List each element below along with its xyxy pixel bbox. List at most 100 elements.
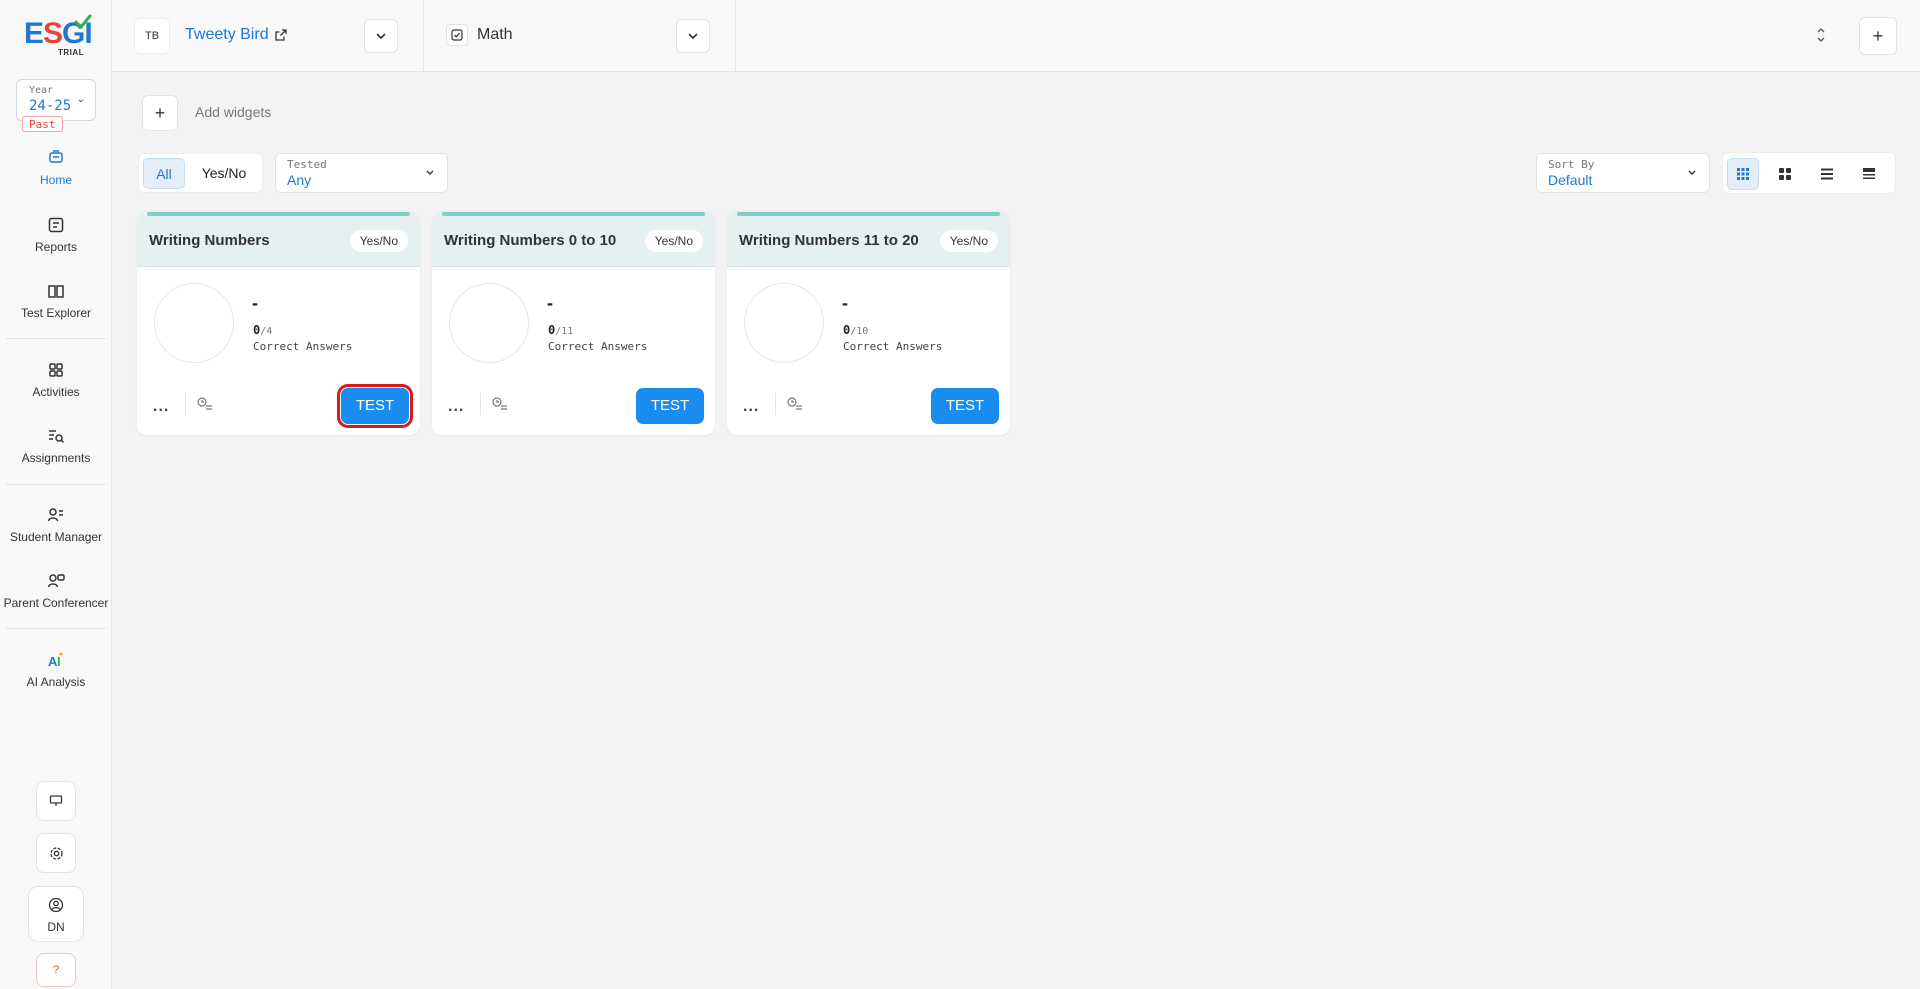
- sidebar-item-student-manager[interactable]: Student Manager: [0, 506, 112, 544]
- subject-dropdown-button[interactable]: [676, 19, 710, 53]
- student-manager-icon: [47, 508, 63, 522]
- user-circle-icon: [48, 897, 64, 913]
- year-value: 24-25: [29, 98, 72, 114]
- add-tab-button[interactable]: +: [1859, 17, 1897, 55]
- sidebar-item-label: Test Explorer: [20, 306, 92, 320]
- sidebar-item-label: Reports: [34, 240, 78, 254]
- student-selector: TB Tweety Bird: [112, 0, 424, 72]
- card-title: Writing Numbers 11 to 20: [739, 232, 919, 249]
- gear-icon: [49, 846, 63, 860]
- trial-badge: TRIAL: [57, 48, 84, 57]
- chevron-down-icon: [688, 33, 698, 40]
- add-widgets-label[interactable]: Add widgets: [195, 104, 271, 120]
- correct-answers-label: Correct Answers: [548, 340, 648, 353]
- sidebar-item-reports[interactable]: Reports: [0, 216, 112, 254]
- session-history-icon[interactable]: [492, 397, 508, 411]
- tested-filter-select[interactable]: Tested Any: [275, 153, 448, 193]
- presentation-icon: [49, 795, 63, 806]
- chevron-down-icon: [376, 33, 386, 40]
- student-dropdown-button[interactable]: [364, 19, 398, 53]
- score-percent: -: [842, 293, 848, 313]
- sidebar-divider: [6, 338, 106, 339]
- sidebar-divider: [6, 484, 106, 485]
- subject-check-icon: [446, 24, 468, 46]
- score-percent: -: [547, 293, 553, 313]
- presentation-button[interactable]: [36, 781, 76, 821]
- sidebar-item-label: AI Analysis: [26, 675, 86, 689]
- test-card: Writing Numbers Yes/No - 0/4 Correct Ans…: [137, 211, 420, 435]
- external-link-icon[interactable]: [274, 28, 288, 42]
- student-avatar: TB: [134, 18, 170, 54]
- test-button[interactable]: TEST: [337, 384, 413, 428]
- profile-initials: DN: [47, 920, 65, 934]
- sort-label: Sort By: [1548, 158, 1595, 171]
- sidebar-item-label: Assignments: [21, 451, 91, 465]
- topbar: TB Tweety Bird Math +: [112, 0, 1920, 72]
- test-type-tabs: All Yes/No: [138, 153, 263, 193]
- ai-analysis-icon: AI: [48, 652, 63, 669]
- correct-answers-label: Correct Answers: [843, 340, 943, 353]
- score-fraction: 0/4: [253, 323, 273, 337]
- subject-name: Math: [477, 26, 513, 43]
- card-progress-bar: [147, 212, 410, 216]
- chevron-down-icon: [426, 170, 434, 175]
- test-type-badge: Yes/No: [644, 230, 703, 252]
- year-selector[interactable]: Year 24-25 ⌄: [16, 79, 96, 121]
- card-header: Writing Numbers 0 to 10 Yes/No: [432, 211, 715, 267]
- more-options-button[interactable]: ...: [153, 398, 169, 416]
- check-icon: [74, 14, 92, 30]
- esgi-logo[interactable]: ESGI TRIAL: [24, 14, 94, 60]
- test-button[interactable]: TEST: [931, 388, 999, 424]
- sidebar-item-label: Parent Conferencer: [3, 596, 109, 610]
- score-percent: -: [252, 293, 258, 313]
- sort-value: Default: [1548, 172, 1593, 188]
- reports-icon: [48, 217, 64, 233]
- correct-answers-label: Correct Answers: [253, 340, 353, 353]
- grid-small-icon: [1737, 168, 1749, 180]
- tab-yes-no[interactable]: Yes/No: [189, 158, 259, 189]
- tab-all[interactable]: All: [143, 158, 185, 189]
- card-header: Writing Numbers 11 to 20 Yes/No: [727, 211, 1010, 267]
- add-widget-button[interactable]: +: [142, 95, 178, 131]
- help-button[interactable]: ?: [36, 953, 76, 987]
- score-fraction: 0/11: [548, 323, 574, 337]
- card-title: Writing Numbers: [149, 232, 270, 249]
- score-ring: [449, 283, 529, 363]
- more-options-button[interactable]: ...: [448, 398, 464, 416]
- list-icon: [1821, 168, 1833, 180]
- sidebar-item-label: Activities: [32, 385, 80, 399]
- sort-by-select[interactable]: Sort By Default: [1536, 153, 1710, 193]
- sidebar-item-activities[interactable]: Activities: [0, 361, 112, 399]
- detailed-list-view-button[interactable]: [1853, 158, 1885, 190]
- session-history-icon[interactable]: [787, 397, 803, 411]
- test-type-badge: Yes/No: [349, 230, 408, 252]
- card-progress-bar: [737, 212, 1000, 216]
- detailed-list-icon: [1863, 168, 1875, 179]
- sidebar-item-label: Home: [39, 173, 72, 187]
- chevron-down-icon: ⌄: [76, 94, 85, 105]
- student-name-link[interactable]: Tweety Bird: [185, 26, 269, 44]
- sidebar: ESGI TRIAL Year 24-25 ⌄ Past Home Report…: [0, 0, 112, 989]
- sidebar-item-test-explorer[interactable]: Test Explorer: [0, 282, 112, 320]
- subject-selector: Math: [424, 0, 736, 72]
- session-history-icon[interactable]: [197, 397, 213, 411]
- divider: [185, 393, 186, 415]
- profile-button[interactable]: DN: [28, 886, 84, 942]
- more-options-button[interactable]: ...: [743, 398, 759, 416]
- list-view-button[interactable]: [1811, 158, 1843, 190]
- sidebar-item-home[interactable]: Home: [0, 149, 112, 187]
- chevron-down-icon: [1688, 170, 1696, 175]
- grid-large-view-button[interactable]: [1769, 158, 1801, 190]
- grid-small-view-button[interactable]: [1727, 158, 1759, 190]
- sidebar-item-ai-analysis[interactable]: AI AI Analysis: [0, 651, 112, 689]
- test-button[interactable]: TEST: [636, 388, 704, 424]
- score-fraction: 0/10: [843, 323, 869, 337]
- sidebar-item-assignments[interactable]: Assignments: [0, 427, 112, 465]
- reorder-icon[interactable]: [1816, 26, 1826, 44]
- tested-value: Any: [287, 172, 312, 188]
- divider: [775, 393, 776, 415]
- sidebar-item-parent-conferencer[interactable]: Parent Conferencer: [0, 572, 112, 610]
- card-header: Writing Numbers Yes/No: [137, 211, 420, 267]
- assignments-icon: [49, 430, 65, 444]
- settings-button[interactable]: [36, 833, 76, 873]
